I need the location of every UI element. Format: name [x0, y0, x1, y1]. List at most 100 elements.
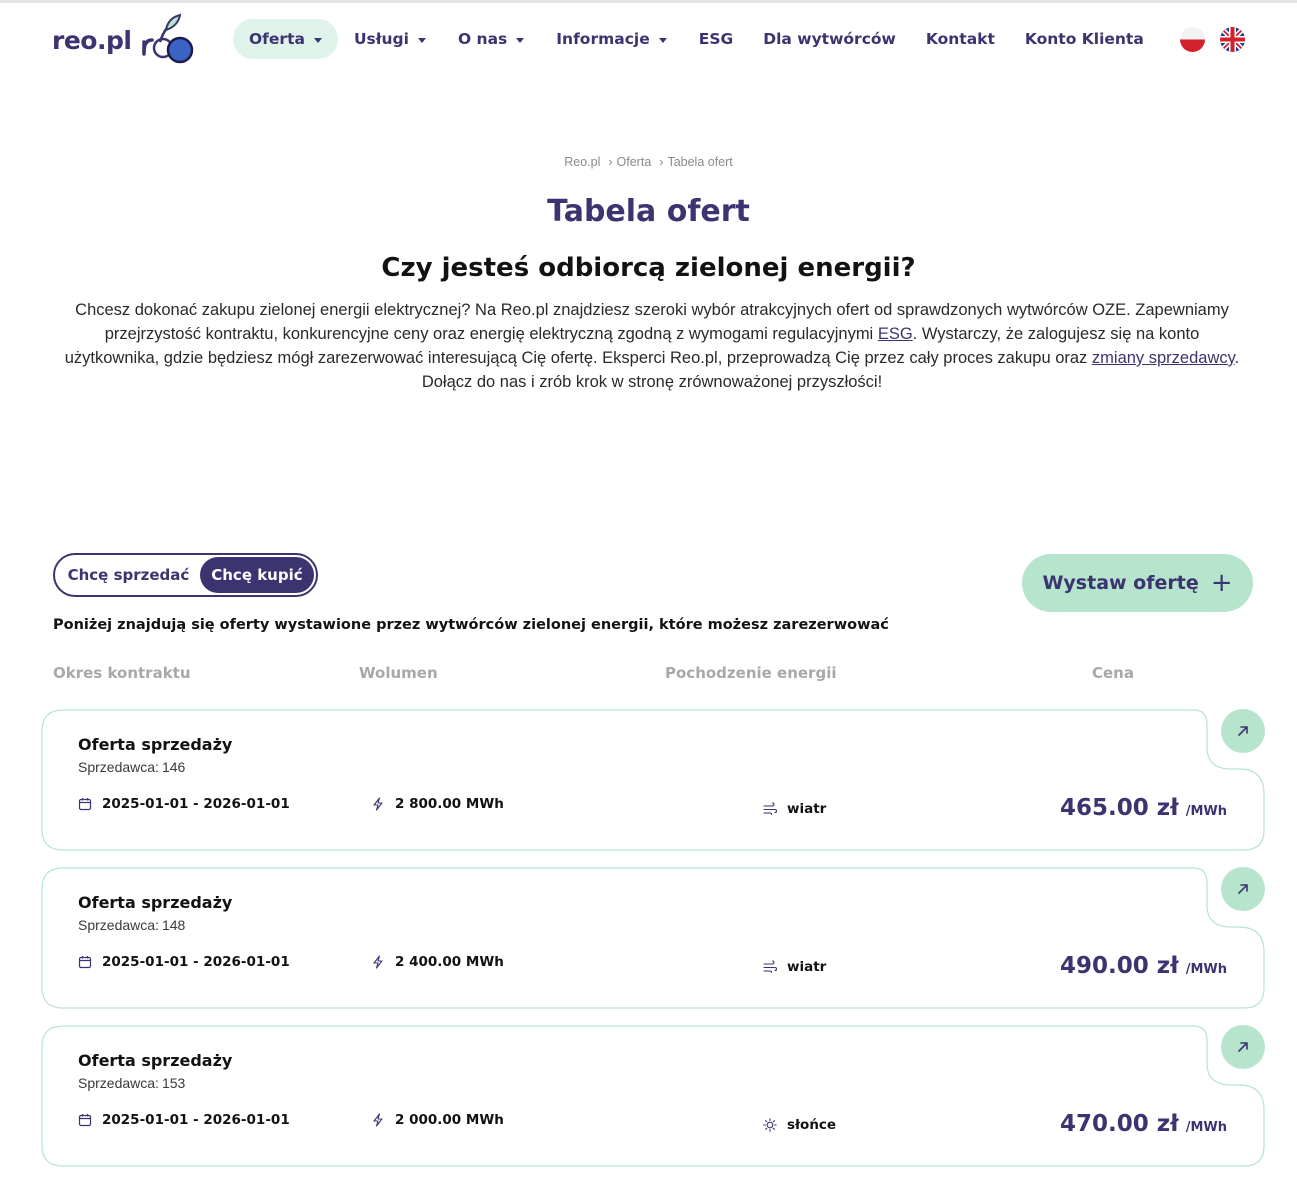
- intro-paragraph: Chcesz dokonać zakupu zielonej energii e…: [58, 298, 1246, 394]
- offer-source: wiatr: [763, 959, 826, 975]
- nav-item-dla-wytworcow[interactable]: Dla wytwórców: [763, 19, 896, 59]
- column-header-volume: Wolumen: [359, 664, 438, 682]
- open-offer-button[interactable]: [1221, 1025, 1265, 1069]
- nav-item-konto-klienta[interactable]: Konto Klienta: [1025, 19, 1144, 59]
- seller-label: Sprzedawca:: [78, 1075, 159, 1091]
- logo-mark-icon: [142, 13, 194, 64]
- column-header-price: Cena: [1092, 664, 1134, 682]
- sell-buy-toggle: Chcę sprzedać Chcę kupić: [53, 553, 318, 597]
- wystaw-oferte-label: Wystaw ofertę: [1042, 572, 1199, 594]
- plus-icon: +: [1210, 568, 1233, 598]
- nav-item-label: Informacje: [556, 30, 650, 48]
- seller-label: Sprzedawca:: [78, 917, 159, 933]
- seller-id: 153: [161, 1075, 186, 1091]
- nav-item-kontakt[interactable]: Kontakt: [926, 19, 995, 59]
- uk-flag-icon[interactable]: [1220, 27, 1245, 52]
- breadcrumb: Reo.pl › Oferta › Tabela ofert: [0, 155, 1297, 169]
- breadcrumb-link-oferta[interactable]: Oferta: [617, 155, 652, 169]
- price-unit: /MWh: [1185, 962, 1227, 977]
- volume-value: 2 400.00 MWh: [395, 954, 504, 970]
- offer-card[interactable]: Oferta sprzedaży Sprzedawca: 148 2025-01-…: [41, 867, 1265, 1009]
- nav-item-informacje[interactable]: Informacje: [556, 19, 667, 59]
- main-nav: Oferta Usługi O nas Informacje ESG Dla w…: [233, 19, 1144, 59]
- offer-period: 2025-01-01 - 2026-01-01: [78, 1112, 290, 1128]
- offer-price: 490.00 zł/MWh: [1060, 953, 1227, 979]
- source-value: wiatr: [787, 801, 827, 817]
- card-outline: [41, 1025, 1265, 1167]
- price-amount: 470.00 zł: [1060, 1111, 1179, 1137]
- open-offer-button[interactable]: [1221, 709, 1265, 753]
- offer-source: wiatr: [763, 801, 826, 817]
- column-header-source: Pochodzenie energii: [665, 664, 837, 682]
- nav-item-label: Konto Klienta: [1024, 30, 1144, 48]
- logo[interactable]: reo.pl: [52, 12, 194, 68]
- offer-seller: Sprzedawca: 146: [78, 759, 185, 775]
- wind-icon: [763, 802, 777, 816]
- chevron-right-icon: ›: [659, 155, 664, 169]
- nav-item-uslugi[interactable]: Usługi: [354, 19, 426, 59]
- offer-price: 465.00 zł/MWh: [1060, 795, 1227, 821]
- lightning-icon: [373, 955, 383, 969]
- offer-volume: 2 800.00 MWh: [371, 796, 504, 812]
- nav-item-label: Kontakt: [925, 30, 995, 48]
- chevron-down-icon: [313, 37, 322, 43]
- nav-item-label: Oferta: [249, 30, 305, 48]
- chevron-down-icon: [516, 37, 525, 43]
- offer-period: 2025-01-01 - 2026-01-01: [78, 796, 290, 812]
- card-outline: [41, 709, 1265, 851]
- lightning-icon: [373, 797, 383, 811]
- esg-link[interactable]: ESG: [878, 325, 913, 343]
- wind-icon: [763, 960, 777, 974]
- nav-item-label: O nas: [457, 30, 508, 48]
- nav-item-o-nas[interactable]: O nas: [457, 19, 525, 59]
- zmiana-sprzedawcy-link[interactable]: zmiany sprzedawcy: [1092, 349, 1235, 367]
- breadcrumb-link-home[interactable]: Reo.pl: [564, 155, 600, 169]
- offer-title: Oferta sprzedaży: [78, 735, 233, 754]
- page-subtitle: Czy jesteś odbiorcą zielonej energii?: [381, 253, 916, 283]
- offer-title: Oferta sprzedaży: [78, 893, 233, 912]
- calendar-icon: [78, 956, 92, 969]
- offer-seller: Sprzedawca: 153: [78, 1075, 185, 1091]
- sun-icon: [763, 1118, 777, 1132]
- nav-item-oferta[interactable]: Oferta: [233, 19, 338, 59]
- offer-seller: Sprzedawca: 148: [78, 917, 185, 933]
- page-title: Tabela ofert: [547, 194, 750, 229]
- source-value: wiatr: [787, 959, 827, 975]
- logo-text: reo.pl: [52, 25, 132, 55]
- offer-source: słońce: [763, 1117, 836, 1133]
- chevron-down-icon: [658, 37, 667, 43]
- offer-title: Oferta sprzedaży: [78, 1051, 233, 1070]
- period-value: 2025-01-01 - 2026-01-01: [102, 796, 290, 812]
- seller-label: Sprzedawca:: [78, 759, 159, 775]
- offer-period: 2025-01-01 - 2026-01-01: [78, 954, 290, 970]
- volume-value: 2 800.00 MWh: [395, 796, 504, 812]
- calendar-icon: [78, 798, 92, 811]
- seller-id: 146: [161, 759, 186, 775]
- source-value: słońce: [787, 1117, 837, 1133]
- toggle-sell-option[interactable]: Chcę sprzedać: [57, 557, 200, 593]
- offer-volume: 2 400.00 MWh: [371, 954, 504, 970]
- calendar-icon: [78, 1114, 92, 1127]
- nav-item-esg[interactable]: ESG: [699, 19, 733, 59]
- period-value: 2025-01-01 - 2026-01-01: [102, 1112, 290, 1128]
- price-unit: /MWh: [1185, 1120, 1227, 1135]
- arrow-up-right-icon: [1238, 726, 1248, 736]
- lightning-icon: [373, 1113, 383, 1127]
- open-offer-button[interactable]: [1221, 867, 1265, 911]
- pl-flag-icon[interactable]: [1180, 27, 1205, 52]
- offer-price: 470.00 zł/MWh: [1060, 1111, 1227, 1137]
- chevron-right-icon: ›: [608, 155, 613, 169]
- nav-item-label: Usługi: [353, 30, 409, 48]
- wystaw-oferte-button[interactable]: Wystaw ofertę +: [1022, 554, 1253, 612]
- card-outline: [41, 867, 1265, 1009]
- breadcrumb-current: Tabela ofert: [667, 155, 733, 169]
- period-value: 2025-01-01 - 2026-01-01: [102, 954, 290, 970]
- offer-card[interactable]: Oferta sprzedaży Sprzedawca: 146 2025-01-…: [41, 709, 1265, 851]
- price-unit: /MWh: [1185, 804, 1227, 819]
- toggle-buy-option[interactable]: Chcę kupić: [199, 557, 314, 593]
- offer-card[interactable]: Oferta sprzedaży Sprzedawca: 153 2025-01-…: [41, 1025, 1265, 1167]
- seller-id: 148: [161, 917, 186, 933]
- top-border: [0, 0, 1297, 3]
- arrow-up-right-icon: [1238, 884, 1248, 894]
- offer-volume: 2 000.00 MWh: [371, 1112, 504, 1128]
